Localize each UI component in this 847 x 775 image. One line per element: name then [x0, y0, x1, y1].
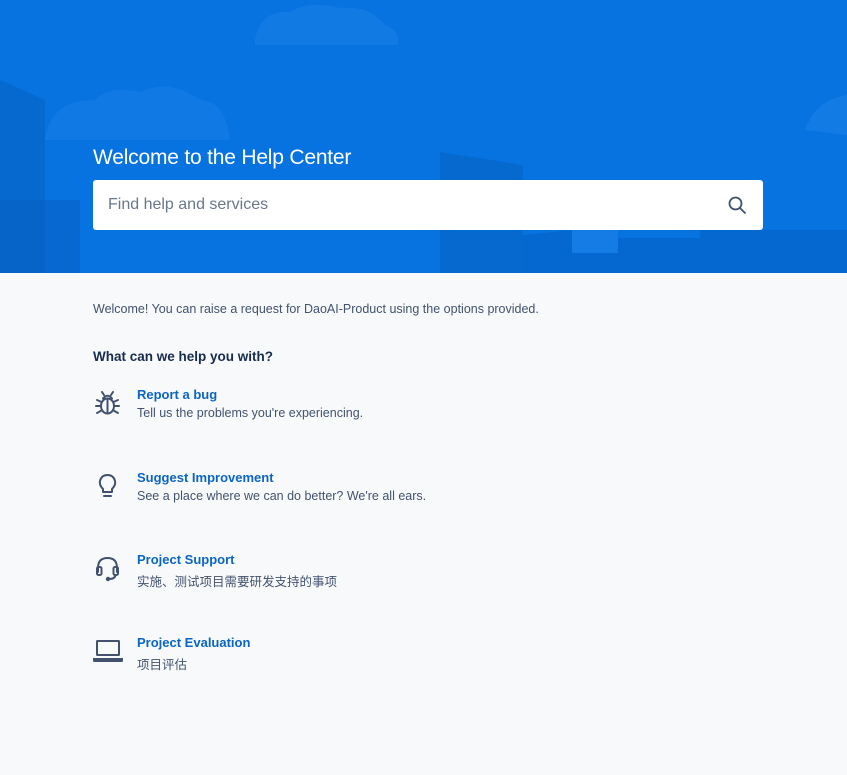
- request-type-title[interactable]: Report a bug: [137, 387, 217, 402]
- laptop-icon: [93, 640, 123, 662]
- request-type-description: 实施、测试项目需要研发支持的事项: [137, 575, 338, 589]
- search-icon[interactable]: [727, 195, 747, 215]
- request-type-title[interactable]: Suggest Improvement: [137, 470, 274, 485]
- request-type-project-evaluation[interactable]: Project Evaluation 项目评估: [93, 635, 593, 679]
- headset-icon: [96, 557, 119, 582]
- request-type-project-support[interactable]: Project Support 实施、测试项目需要研发支持的事项: [93, 552, 593, 596]
- lightbulb-icon: [98, 474, 117, 497]
- intro-text: Welcome! You can raise a request for Dao…: [93, 302, 539, 316]
- page-title: Welcome to the Help Center: [93, 146, 352, 169]
- search-input[interactable]: [93, 181, 713, 229]
- request-type-report-bug[interactable]: Report a bug Tell us the problems you're…: [93, 387, 593, 431]
- request-type-title[interactable]: Project Evaluation: [137, 635, 250, 650]
- hero-banner: Welcome to the Help Center: [0, 0, 847, 273]
- search-box[interactable]: [93, 180, 763, 230]
- request-type-description: See a place where we can do better? We'r…: [137, 489, 427, 503]
- request-type-description: Tell us the problems you're experiencing…: [137, 406, 364, 420]
- request-type-description: 项目评估: [137, 658, 188, 672]
- request-type-suggest-improvement[interactable]: Suggest Improvement See a place where we…: [93, 470, 593, 514]
- bug-icon: [95, 391, 120, 415]
- hero-background-illustration: [0, 4, 847, 273]
- section-heading: What can we help you with?: [93, 349, 274, 364]
- request-type-title[interactable]: Project Support: [137, 552, 235, 567]
